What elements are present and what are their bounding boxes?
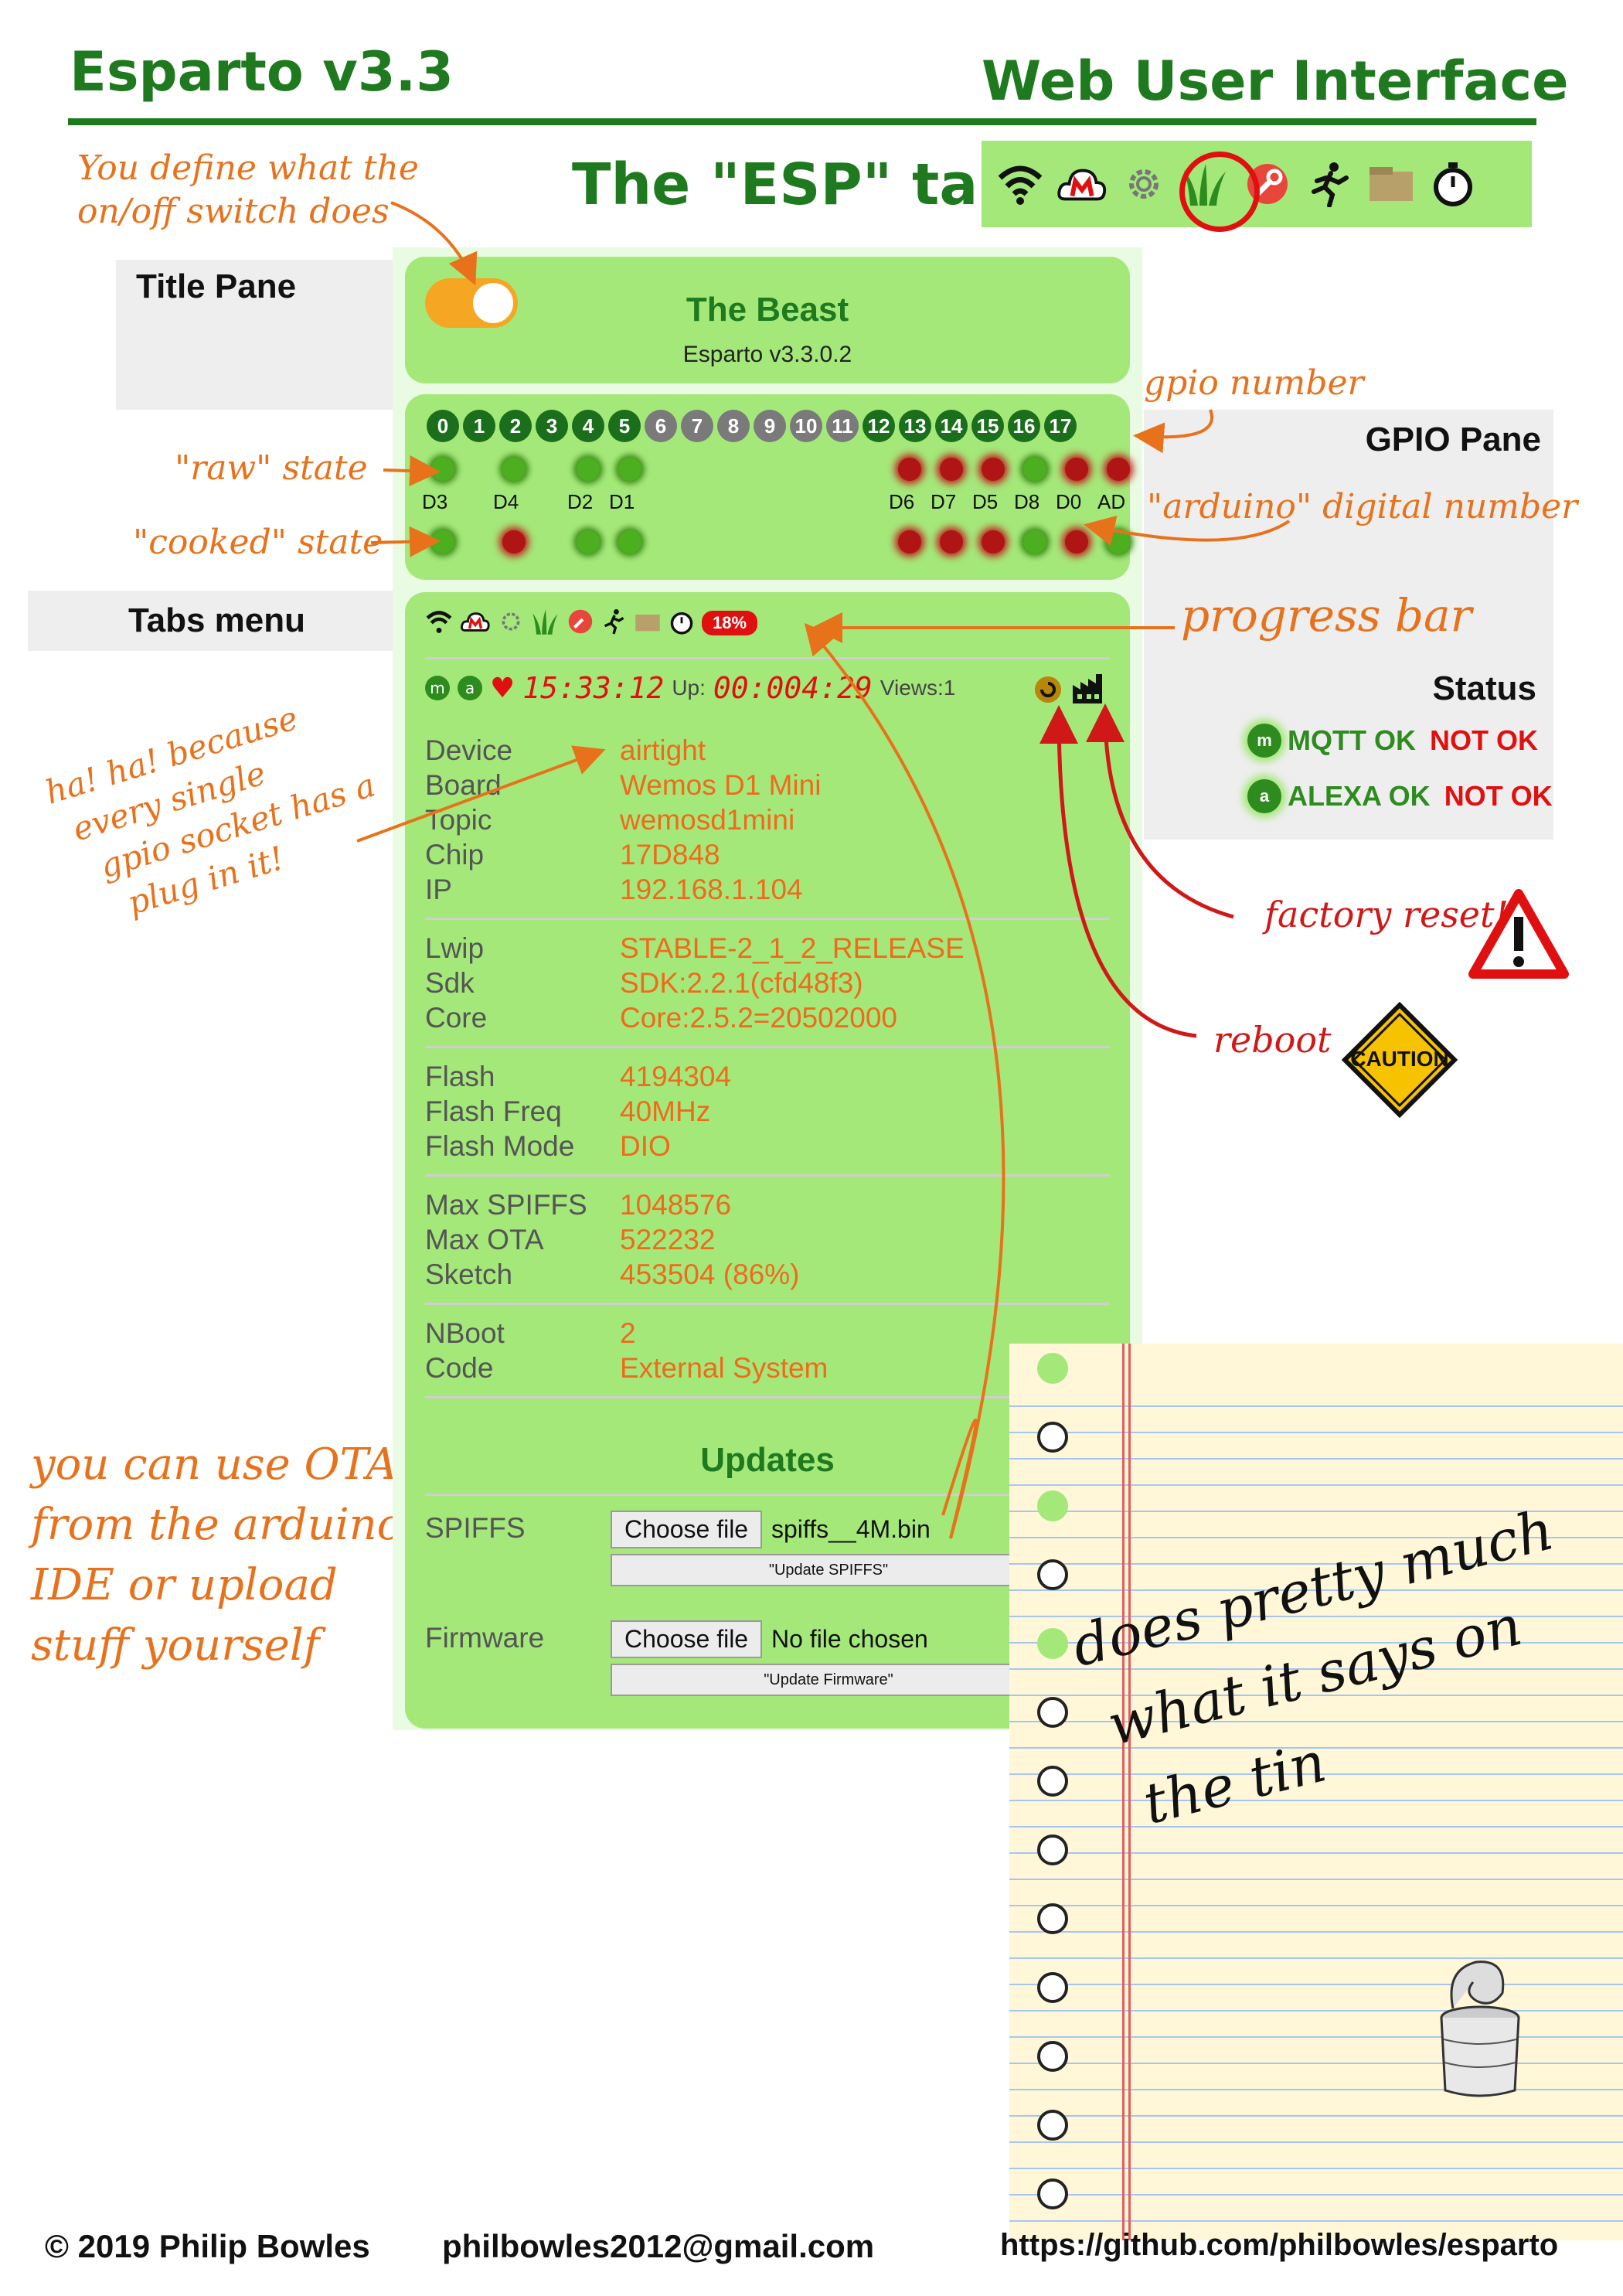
- notebook-rule: [1009, 1879, 1623, 1880]
- notebook-punch-hole: [1037, 1422, 1068, 1453]
- notebook-rule: [1009, 1931, 1623, 1933]
- notebook-rule: [1009, 1405, 1623, 1407]
- notebook-paper: does pretty much what it says on the tin: [1009, 1344, 1623, 2240]
- notebook-punch-hole: [1037, 2041, 1068, 2072]
- notebook-rule: [1009, 2063, 1623, 2064]
- notebook-rule: [1009, 2036, 1623, 2038]
- notebook-rule: [1009, 2115, 1623, 2117]
- footer-url[interactable]: https://github.com/philbowles/esparto: [1000, 2228, 1558, 2263]
- notebook-punch-hole: [1037, 1490, 1068, 1521]
- notebook-rule: [1009, 2141, 1623, 2143]
- notebook-punch-hole: [1037, 1972, 1068, 2003]
- notebook-rule: [1009, 1905, 1623, 1906]
- notebook-rule: [1009, 1852, 1623, 1854]
- footer-email[interactable]: philbowles2012@gmail.com: [442, 2228, 874, 2265]
- notebook-punch-hole: [1037, 2178, 1068, 2209]
- notebook-punch-hole: [1037, 1353, 1068, 1384]
- notebook-punch-hole: [1037, 1697, 1068, 1728]
- notebook-punch-hole: [1037, 1559, 1068, 1590]
- notebook-rule: [1009, 1957, 1623, 1959]
- notebook-punch-hole: [1037, 2110, 1068, 2141]
- notebook-punch-hole: [1037, 1628, 1068, 1659]
- notebook-rule: [1009, 1432, 1623, 1433]
- notebook-rule: [1009, 1484, 1623, 1486]
- notebook-rule: [1009, 2089, 1623, 2090]
- footer-copyright: © 2019 Philip Bowles: [45, 2228, 370, 2264]
- notebook-rule: [1009, 2010, 1623, 2012]
- notebook-punch-hole: [1037, 1766, 1068, 1797]
- notebook-rule: [1009, 2220, 1623, 2222]
- notebook-punch-hole: [1037, 1903, 1068, 1934]
- tin-can-icon: [1430, 1954, 1530, 2104]
- notebook-punch-hole: [1037, 1834, 1068, 1865]
- notebook-rule: [1009, 2168, 1623, 2169]
- notebook-rule: [1009, 1984, 1623, 1985]
- notebook-rule: [1009, 2194, 1623, 2196]
- notebook-rule: [1009, 1458, 1623, 1460]
- notebook-rule: [1009, 1826, 1623, 1828]
